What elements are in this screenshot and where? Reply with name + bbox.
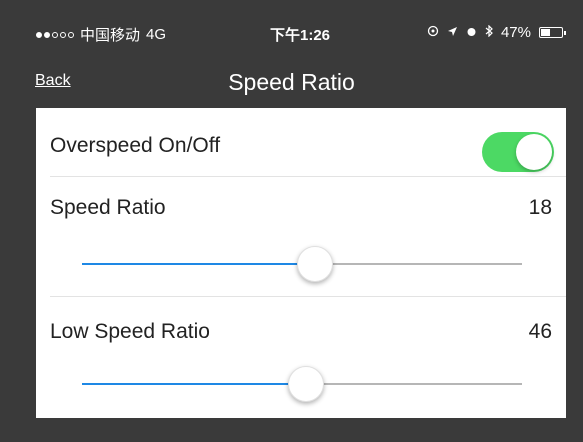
- low-speed-ratio-value: 46: [528, 320, 552, 343]
- slider-thumb[interactable]: [297, 246, 334, 282]
- slider-track-fill: [82, 383, 307, 385]
- page-title: Speed Ratio: [228, 69, 355, 95]
- overspeed-toggle[interactable]: [482, 132, 554, 172]
- arrow-icon: [447, 24, 458, 41]
- status-bar: 中国移动 4G 下午1:26 47%: [0, 0, 583, 58]
- status-left: 中国移动 4G: [36, 24, 166, 45]
- network-label: 4G: [146, 26, 167, 43]
- slider-track-fill: [82, 263, 316, 265]
- speed-ratio-slider[interactable]: [82, 244, 522, 284]
- divider: [50, 296, 566, 297]
- bluetooth-icon: [485, 24, 493, 41]
- battery-fill: [541, 29, 550, 36]
- signal-dot: [52, 31, 58, 38]
- overspeed-label: Overspeed On/Off: [50, 134, 221, 157]
- signal-dot: [44, 31, 50, 38]
- toggle-knob: [516, 134, 552, 170]
- speed-ratio-value: 18: [528, 196, 552, 219]
- slider-thumb[interactable]: [288, 366, 325, 402]
- low-speed-ratio-label: Low Speed Ratio: [50, 320, 210, 343]
- status-right: 47%: [427, 24, 566, 41]
- alarm-icon: [466, 24, 477, 41]
- signal-dot: [36, 31, 42, 38]
- signal-dot: [68, 31, 74, 38]
- carrier-label: 中国移动: [80, 27, 141, 44]
- overspeed-row: Overspeed On/Off: [36, 108, 566, 176]
- app-screen: 中国移动 4G 下午1:26 47% Back Speed Ratio Over…: [0, 0, 583, 442]
- location-icon: [427, 24, 439, 41]
- status-time: 下午1:26: [270, 27, 331, 44]
- signal-strength-icon: [36, 31, 74, 38]
- battery-icon: [539, 27, 566, 38]
- low-speed-ratio-slider[interactable]: [82, 364, 522, 404]
- battery-percent: 47%: [500, 24, 531, 41]
- settings-panel: Overspeed On/Off Speed Ratio 18 Low Spee…: [36, 108, 566, 418]
- speed-ratio-label: Speed Ratio: [50, 196, 166, 219]
- signal-dot: [60, 31, 66, 38]
- nav-bar: Back Speed Ratio: [0, 58, 583, 106]
- divider: [50, 176, 566, 177]
